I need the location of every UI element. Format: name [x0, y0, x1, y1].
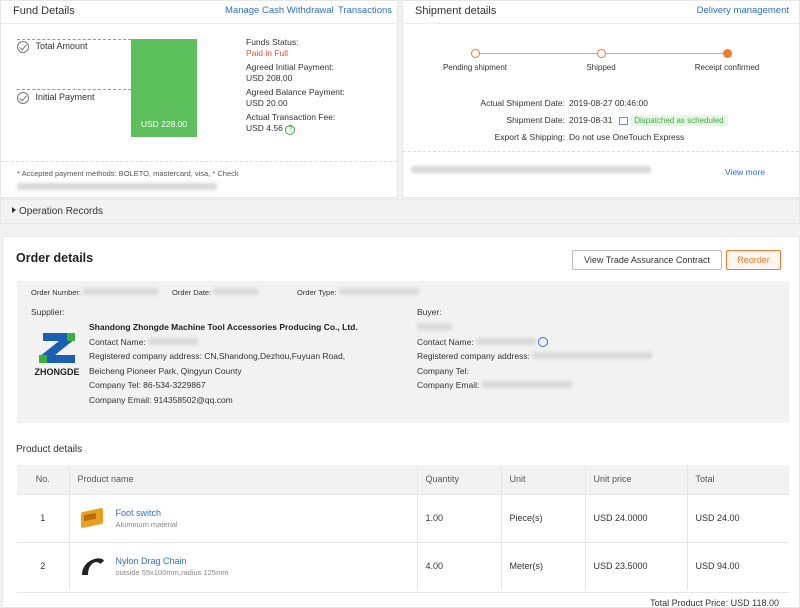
- view-contract-button[interactable]: View Trade Assurance Contract: [572, 250, 722, 270]
- step-confirmed-label: Receipt confirmed: [694, 63, 760, 72]
- manage-cash-withdrawal-link[interactable]: Manage Cash Withdrawal: [225, 5, 334, 16]
- calendar-icon: [618, 116, 628, 125]
- col-quantity: Quantity: [416, 465, 501, 494]
- supplier-tel: Company Tel: 86-534-3229867: [89, 380, 206, 390]
- product-details-title: Product details: [16, 444, 83, 455]
- supplier-info: Shandong Zhongde Machine Tool Accessorie…: [89, 320, 358, 407]
- shipment-details-title: Shipment details: [415, 5, 497, 17]
- row-total: USD 94.00: [686, 541, 789, 590]
- table-row: 1 Foot switch Aluminum material 1.00 Pie…: [17, 493, 789, 542]
- product-name-link[interactable]: Foot switch: [116, 508, 178, 518]
- total-amount-label: Total Amount: [35, 41, 88, 52]
- view-more-link[interactable]: View more: [725, 167, 765, 177]
- step-shipped-label: Shipped: [586, 63, 616, 72]
- col-no: No.: [17, 465, 69, 494]
- operation-records-toggle[interactable]: Operation Records: [0, 199, 800, 224]
- step-shipped-dot: [597, 49, 606, 58]
- row-no: 1: [17, 493, 69, 542]
- shipment-date-value: 2019-08-31: [569, 115, 613, 125]
- help-icon[interactable]: ?: [285, 124, 296, 135]
- row-qty: 4.00: [416, 541, 501, 590]
- step-confirmed-dot: [723, 49, 732, 58]
- order-number-label: Order Number:: [31, 288, 82, 297]
- initial-payment-check-icon: [17, 92, 29, 104]
- reorder-button[interactable]: Reorder: [726, 250, 781, 270]
- drag-chain-thumbnail: [78, 553, 108, 579]
- col-unit-price: Unit price: [584, 465, 687, 494]
- balance-payment-label: Agreed Balance Payment:: [246, 87, 345, 97]
- initial-payment-info-label: Agreed Initial Payment:: [246, 62, 334, 72]
- dispatched-badge: Dispatched as scheduled: [630, 115, 728, 126]
- supplier-contact-label: Contact Name:: [89, 336, 146, 347]
- initial-payment-info-value: USD 208.00: [246, 72, 293, 83]
- funds-status-value: Paid in Full: [246, 47, 289, 58]
- buyer-contact-label: Contact Name:: [417, 336, 474, 347]
- accepted-methods-note: * Accepted payment methods: BOLETO, mast…: [17, 169, 239, 178]
- transaction-fee-label: Actual Transaction Fee:: [246, 112, 336, 122]
- supplier-address-line2: Beicheng Pioneer Park, Qingyun County: [89, 365, 242, 376]
- transactions-link[interactable]: Transactions: [338, 5, 392, 16]
- supplier-email: Company Email: 914358502@qq.com: [89, 394, 233, 405]
- total-product-price: Total Product Price: USD 118.00: [650, 598, 779, 608]
- shipment-details-panel: Shipment details Delivery management Pen…: [402, 0, 800, 198]
- operation-records-label: Operation Records: [19, 206, 103, 217]
- col-unit: Unit: [500, 465, 585, 494]
- row-no: 2: [17, 541, 69, 590]
- buyer-label: Buyer:: [417, 307, 442, 317]
- logo-text: ZHONGDE: [34, 367, 80, 377]
- order-info-box: Order Number: Order Date: Order Type: Su…: [17, 281, 789, 423]
- buyer-tel-label: Company Tel:: [417, 365, 469, 376]
- product-desc: outside 55x100mm,radius 125mm: [115, 567, 229, 577]
- supplier-logo: ZHONGDE: [29, 329, 85, 385]
- transaction-fee-value: USD 4.56: [246, 122, 283, 133]
- order-details-panel: Order details View Trade Assurance Contr…: [2, 236, 800, 608]
- supplier-address-line1: Registered company address: CN,Shandong,…: [89, 351, 346, 361]
- foot-switch-thumbnail: [78, 505, 108, 531]
- step-pending-dot: [471, 49, 480, 58]
- row-price: USD 23.5000: [584, 541, 687, 590]
- product-table: No. Product name Quantity Unit Unit pric…: [17, 465, 789, 590]
- order-date-label: Order Date:: [172, 288, 212, 297]
- fund-details-title: Fund Details: [13, 5, 75, 17]
- supplier-name: Shandong Zhongde Machine Tool Accessorie…: [89, 322, 358, 332]
- shipment-date-label: Shipment Date:: [506, 115, 565, 125]
- table-row: 2 Nylon Drag Chain outside 55x100mm,radi…: [17, 541, 789, 590]
- col-product-name: Product name: [68, 465, 417, 494]
- caret-right-icon: [12, 207, 16, 213]
- payment-bar-value: USD 228.00: [140, 119, 188, 129]
- total-price-label: Total Product Price:: [650, 598, 729, 608]
- buyer-info: Contact Name: Registered company address…: [417, 320, 653, 393]
- fund-details-panel: Fund Details Manage Cash Withdrawal Tran…: [0, 0, 398, 198]
- buyer-address-label: Registered company address:: [417, 351, 530, 361]
- buyer-email-label: Company Email:: [417, 380, 480, 390]
- actual-date-value: 2019-08-27 00:46:00: [569, 98, 648, 108]
- actual-date-label: Actual Shipment Date:: [480, 98, 565, 108]
- product-desc: Aluminum material: [115, 519, 178, 529]
- export-value: Do not use OneTouch Express: [569, 132, 685, 142]
- total-price-value: USD 118.00: [730, 598, 779, 608]
- row-price: USD 24.0000: [584, 493, 687, 542]
- row-total: USD 24.00: [686, 493, 789, 542]
- delivery-management-link[interactable]: Delivery management: [697, 5, 789, 16]
- order-type-label: Order Type:: [297, 288, 337, 297]
- order-details-title: Order details: [16, 251, 94, 265]
- product-table-header: No. Product name Quantity Unit Unit pric…: [17, 465, 789, 494]
- row-qty: 1.00: [416, 493, 501, 542]
- initial-payment-label: Initial Payment: [35, 92, 95, 103]
- export-label: Export & Shipping:: [494, 132, 565, 142]
- product-name-link[interactable]: Nylon Drag Chain: [116, 556, 229, 566]
- balance-payment-value: USD 20.00: [246, 97, 288, 108]
- total-amount-check-icon: [17, 41, 29, 53]
- fund-summary: Funds Status: Paid in Full Agreed Initia…: [246, 37, 345, 135]
- row-unit: Piece(s): [500, 493, 585, 542]
- step-pending-label: Pending shipment: [442, 63, 508, 72]
- funds-status-label: Funds Status:: [246, 37, 299, 47]
- payment-bar: USD 228.00: [131, 39, 197, 137]
- chat-icon[interactable]: [538, 337, 549, 348]
- supplier-label: Supplier:: [31, 307, 65, 317]
- col-total: Total: [686, 465, 789, 494]
- row-unit: Meter(s): [500, 541, 585, 590]
